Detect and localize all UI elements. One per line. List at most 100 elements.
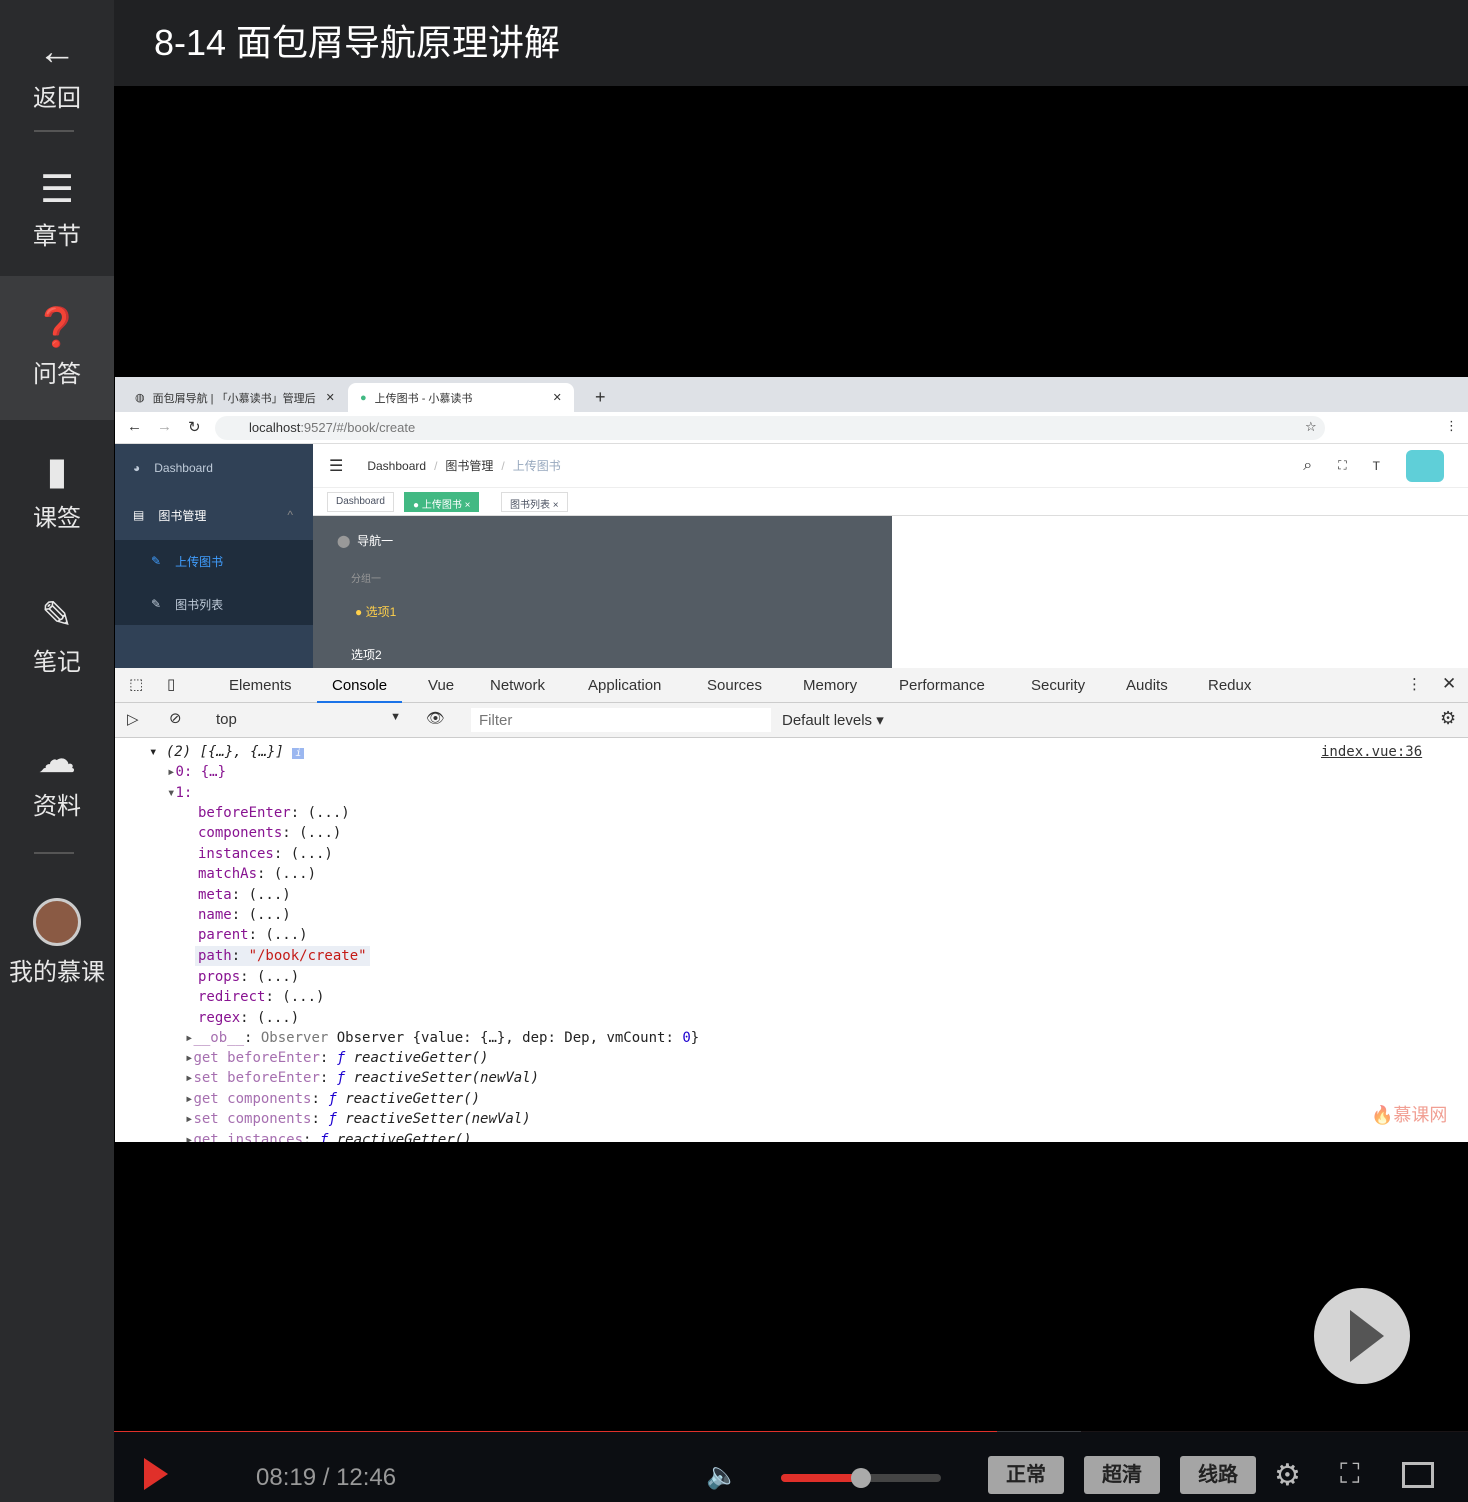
observer-row[interactable]: ▸__ob__: Observer Observer {value: {…}, …: [185, 1028, 699, 1048]
quality-button[interactable]: 超清: [1084, 1456, 1160, 1494]
device-toolbar-icon[interactable]: ▯: [167, 675, 175, 693]
bookmark-button[interactable]: ▮ 课签: [0, 420, 114, 564]
tab-application[interactable]: Application: [588, 668, 661, 703]
sidebar-toggle-icon[interactable]: ▷: [127, 710, 139, 728]
filter-input[interactable]: [471, 708, 771, 732]
menu-upload-book[interactable]: ✎ 上传图书: [115, 539, 313, 583]
tab-elements[interactable]: Elements: [229, 668, 292, 703]
more-icon[interactable]: ⋮: [1407, 675, 1422, 693]
breadcrumb-item[interactable]: Dashboard: [367, 459, 426, 473]
more-icon[interactable]: ⋮: [1445, 418, 1458, 434]
tag-label: Dashboard: [336, 496, 385, 507]
back-icon[interactable]: ←: [127, 418, 142, 435]
property-row: redirect: (...): [198, 989, 325, 1006]
accessor-row[interactable]: ▸set beforeEnter: ƒ reactiveSetter(newVa…: [185, 1068, 539, 1088]
materials-button[interactable]: ☁ 资料: [0, 708, 114, 852]
source-link[interactable]: index.vue:36: [1321, 742, 1422, 762]
accessor-row[interactable]: ▸get components: ƒ reactiveGetter(): [185, 1089, 480, 1109]
property-row: matchAs: (...): [198, 866, 317, 883]
tab-sources[interactable]: Sources: [707, 668, 762, 703]
log-item-0[interactable]: ▸0: {…}: [167, 762, 226, 782]
ob-end: }: [690, 1030, 700, 1046]
tab-title: 上传图书 - 小慕读书: [374, 392, 473, 405]
close-icon[interactable]: ✕: [1442, 674, 1456, 694]
fullscreen-icon[interactable]: ⛶: [1338, 458, 1346, 473]
volume-slider[interactable]: [781, 1468, 941, 1488]
font-size-icon[interactable]: T: [1373, 459, 1380, 473]
prop-key: name: [198, 907, 232, 923]
cloud-download-icon: ☁: [38, 738, 76, 781]
notes-button[interactable]: ✎ 笔记: [0, 564, 114, 708]
log-item-1[interactable]: ▾1:: [167, 783, 192, 803]
play-icon[interactable]: [144, 1458, 168, 1490]
accessor-row[interactable]: ▸get instances: ƒ reactiveGetter(): [185, 1130, 472, 1142]
forward-icon[interactable]: →: [157, 418, 172, 435]
gear-icon[interactable]: ⚙: [1440, 708, 1456, 729]
star-icon[interactable]: ☆: [1305, 419, 1317, 435]
accessor-value: reactiveSetter(newVal): [345, 1111, 531, 1128]
tag-item[interactable]: Dashboard: [327, 492, 394, 512]
inspect-icon[interactable]: ⬚: [129, 675, 143, 693]
close-icon[interactable]: ✕: [326, 391, 335, 404]
accessor-key: set beforeEnter: [193, 1070, 320, 1087]
search-icon[interactable]: ⌕: [1303, 457, 1312, 475]
tab-memory[interactable]: Memory: [803, 668, 857, 703]
clear-icon[interactable]: ⊘: [169, 709, 182, 727]
nav-title[interactable]: ⬤ 导航一: [337, 532, 393, 549]
accessor-row[interactable]: ▸get beforeEnter: ƒ reactiveGetter(): [185, 1048, 488, 1068]
nav-option-1[interactable]: ● 选项1: [355, 603, 396, 620]
gear-icon[interactable]: ⚙: [1274, 1458, 1301, 1493]
speed-button[interactable]: 正常: [988, 1456, 1064, 1494]
prop-key: matchAs: [198, 866, 258, 883]
route-button[interactable]: 线路: [1180, 1456, 1256, 1494]
tab-audits[interactable]: Audits: [1126, 668, 1168, 703]
menu-book-management[interactable]: ▤ 图书管理 ^: [115, 493, 313, 537]
tag-item-active[interactable]: ● 上传图书 ×: [404, 492, 480, 512]
window-mode-icon[interactable]: [1402, 1462, 1434, 1488]
reload-icon[interactable]: ↻: [188, 418, 201, 436]
prop-key: path: [198, 948, 232, 964]
eye-icon[interactable]: 👁: [426, 709, 445, 727]
tab-performance[interactable]: Performance: [899, 668, 985, 703]
prop-value: "/book/create": [248, 948, 367, 964]
chapters-button[interactable]: ☰ 章节: [0, 138, 114, 282]
url-input[interactable]: localhost:9527/#/book/create: [215, 416, 1325, 440]
prop-key: components: [198, 825, 283, 842]
tab-network[interactable]: Network: [490, 668, 545, 703]
menu-dashboard[interactable]: ◕ Dashboard: [115, 446, 313, 490]
item-text: 0: {…}: [175, 764, 227, 780]
tab-console[interactable]: Console: [317, 668, 403, 703]
tab-redux[interactable]: Redux: [1208, 668, 1251, 703]
browser-tab-active[interactable]: ● 上传图书 - 小慕读书 ✕: [348, 383, 574, 412]
chapters-label: 章节: [33, 222, 81, 250]
prop-key: beforeEnter: [198, 805, 291, 821]
volume-handle[interactable]: [851, 1468, 871, 1488]
url-host: localhost: [249, 420, 301, 435]
fullscreen-icon[interactable]: ⛶: [1340, 1458, 1360, 1491]
nav-option-2[interactable]: 选项2: [351, 646, 382, 663]
context-select[interactable]: top ▼: [216, 711, 401, 728]
close-icon[interactable]: ✕: [553, 391, 562, 404]
property-row: parent: (...): [198, 927, 308, 944]
volume-icon[interactable]: 🔈: [706, 1460, 738, 1491]
tag-label: 上传图书: [421, 500, 462, 511]
devtools-tabs: ⬚ ▯ Elements Console Vue Network Applica…: [115, 668, 1468, 703]
qa-label: 问答: [33, 360, 81, 388]
back-button[interactable]: ← 返回: [0, 0, 114, 144]
accessor-row[interactable]: ▸set components: ƒ reactiveSetter(newVal…: [185, 1109, 531, 1129]
tag-item[interactable]: 图书列表 ×: [501, 492, 568, 512]
property-row: props: (...): [198, 969, 300, 985]
browser-tab[interactable]: ◍ 面包屑导航 | 「小慕读书」管理后 ✕: [123, 383, 347, 412]
new-tab-button[interactable]: +: [583, 383, 618, 412]
levels-select[interactable]: Default levels ▾: [782, 711, 884, 729]
hamburger-icon[interactable]: ☰: [329, 456, 343, 476]
menu-label: Dashboard: [154, 461, 213, 475]
qa-button[interactable]: ❓ 问答: [0, 276, 114, 420]
tab-vue[interactable]: Vue: [428, 668, 454, 703]
avatar[interactable]: [1406, 449, 1444, 482]
menu-book-list[interactable]: ✎ 图书列表: [115, 582, 313, 626]
my-course-button[interactable]: 我的慕课: [0, 870, 114, 1014]
breadcrumb-item[interactable]: 图书管理: [445, 457, 493, 474]
tab-security[interactable]: Security: [1031, 668, 1085, 703]
big-play-button[interactable]: [1314, 1288, 1410, 1384]
